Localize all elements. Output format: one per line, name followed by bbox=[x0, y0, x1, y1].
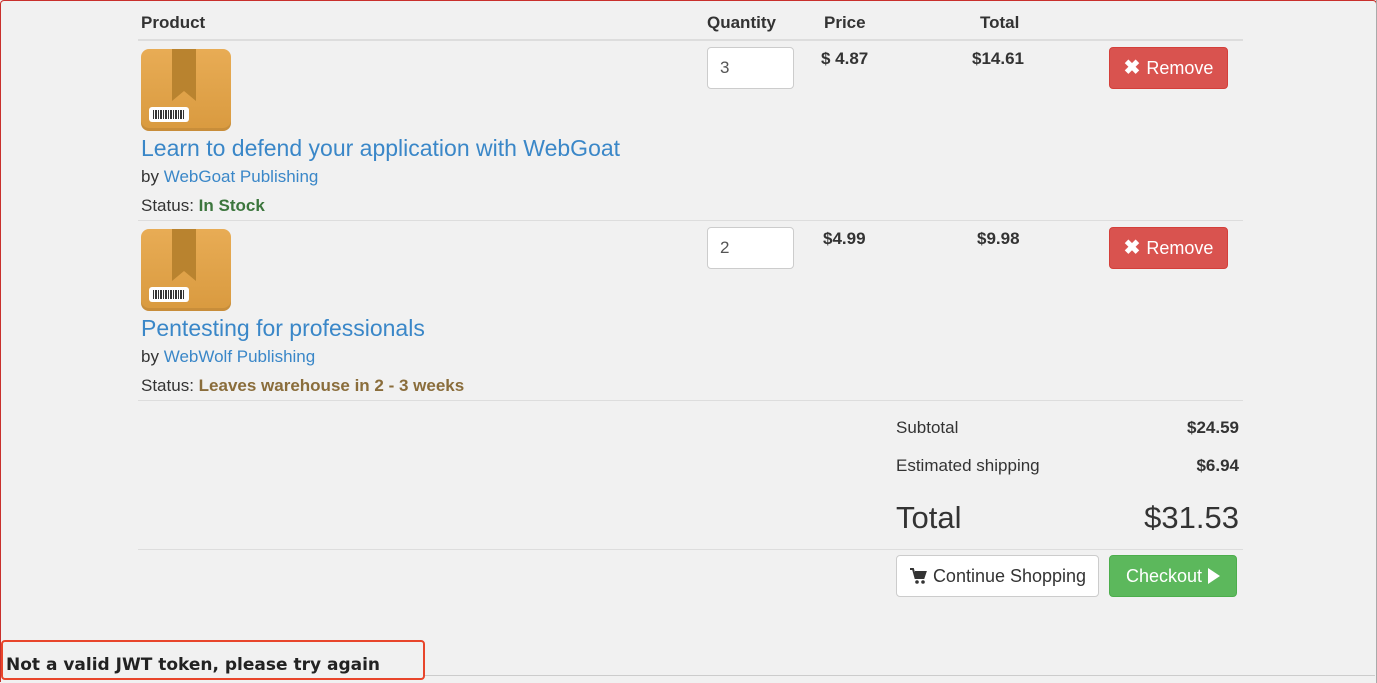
product-title-link[interactable]: Pentesting for professionals bbox=[141, 315, 425, 342]
status-badge: Leaves warehouse in 2 - 3 weeks bbox=[198, 376, 465, 395]
subtotal-value: $24.59 bbox=[1187, 418, 1239, 437]
shipping-value: $6.94 bbox=[1196, 456, 1239, 475]
publisher-link[interactable]: WebWolf Publishing bbox=[164, 347, 316, 366]
product-byline: by WebWolf Publishing bbox=[141, 347, 316, 366]
checkout-button[interactable]: Checkout bbox=[1109, 555, 1237, 597]
remove-icon: ✖ bbox=[1123, 237, 1141, 259]
package-icon[interactable] bbox=[141, 49, 231, 131]
cart-item: Learn to defend your application with We… bbox=[138, 41, 1243, 221]
status-badge: In Stock bbox=[198, 196, 265, 215]
shipping-line: Estimated shipping $6.94 bbox=[896, 456, 1239, 475]
header-quantity: Quantity bbox=[707, 13, 776, 32]
quantity-input[interactable] bbox=[707, 47, 794, 89]
feedback-message-box: Not a valid JWT token, please try again bbox=[1, 640, 425, 680]
product-status: Status: In Stock bbox=[141, 196, 265, 215]
header-total: Total bbox=[980, 13, 1020, 32]
product-status: Status: Leaves warehouse in 2 - 3 weeks bbox=[141, 376, 465, 395]
continue-shopping-button[interactable]: Continue Shopping bbox=[896, 555, 1099, 597]
line-total: $14.61 bbox=[972, 49, 1024, 68]
unit-price: $4.99 bbox=[823, 229, 866, 248]
product-byline: by WebGoat Publishing bbox=[141, 167, 319, 186]
header-price: Price bbox=[824, 13, 866, 32]
table-header: Product Quantity Price Total bbox=[138, 0, 1243, 41]
summary-divider bbox=[138, 549, 1243, 550]
grand-total-line: Total $31.53 bbox=[896, 500, 1239, 535]
quantity-input[interactable] bbox=[707, 227, 794, 269]
remove-button[interactable]: ✖ Remove bbox=[1109, 227, 1228, 269]
play-icon bbox=[1208, 568, 1221, 584]
feedback-message: Not a valid JWT token, please try again bbox=[6, 655, 381, 675]
remove-button[interactable]: ✖ Remove bbox=[1109, 47, 1228, 89]
grand-total-value: $31.53 bbox=[1144, 500, 1239, 535]
publisher-link[interactable]: WebGoat Publishing bbox=[164, 167, 319, 186]
header-product: Product bbox=[141, 13, 206, 32]
subtotal-line: Subtotal $24.59 bbox=[896, 418, 1239, 437]
product-title-link[interactable]: Learn to defend your application with We… bbox=[141, 135, 620, 162]
bottom-divider bbox=[425, 675, 1375, 676]
package-icon[interactable] bbox=[141, 229, 231, 311]
remove-icon: ✖ bbox=[1123, 57, 1141, 79]
line-total: $9.98 bbox=[977, 229, 1020, 248]
cart-icon bbox=[909, 568, 927, 584]
cart-item: Pentesting for professionals by WebWolf … bbox=[138, 221, 1243, 401]
unit-price: $ 4.87 bbox=[821, 49, 869, 68]
